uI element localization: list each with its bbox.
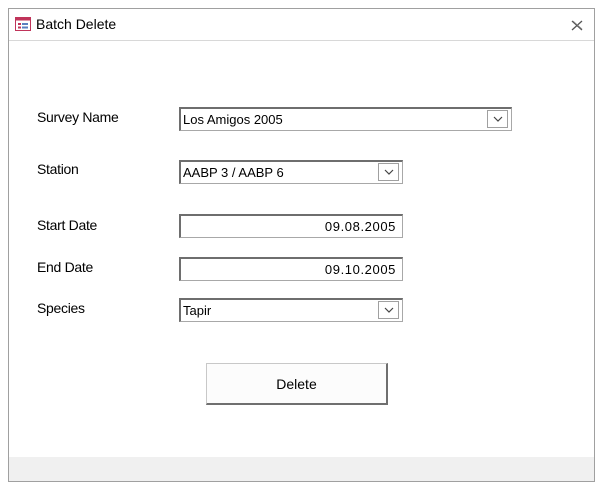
- batch-delete-window: Batch Delete Survey Name Los Amigos 2005…: [8, 8, 595, 482]
- start-date-label: Start Date: [37, 217, 98, 233]
- species-dropdown-button[interactable]: [378, 301, 399, 319]
- survey-name-combo[interactable]: Los Amigos 2005: [179, 107, 512, 131]
- delete-button[interactable]: Delete: [206, 363, 388, 405]
- form-icon: [15, 16, 31, 32]
- start-date-value: 09.08.2005: [324, 219, 396, 234]
- species-combo[interactable]: Tapir: [179, 298, 403, 322]
- species-value: Tapir: [183, 303, 212, 318]
- end-date-label: End Date: [37, 259, 93, 275]
- start-date-field[interactable]: 09.08.2005: [179, 214, 403, 238]
- footer-strip: [9, 457, 594, 481]
- station-dropdown-button[interactable]: [378, 163, 399, 181]
- station-label: Station: [37, 161, 79, 177]
- chevron-down-icon: [493, 116, 502, 122]
- survey-name-dropdown-button[interactable]: [487, 110, 508, 128]
- species-label: Species: [37, 300, 85, 316]
- close-button[interactable]: [566, 15, 588, 35]
- chevron-down-icon: [384, 307, 393, 313]
- station-value: AABP 3 / AABP 6: [183, 165, 284, 180]
- end-date-field[interactable]: 09.10.2005: [179, 257, 403, 281]
- close-icon: [571, 20, 583, 30]
- title-bar: Batch Delete: [9, 9, 594, 41]
- survey-name-label: Survey Name: [37, 109, 119, 125]
- station-combo[interactable]: AABP 3 / AABP 6: [179, 160, 403, 184]
- end-date-value: 09.10.2005: [324, 262, 396, 277]
- survey-name-value: Los Amigos 2005: [183, 112, 283, 127]
- chevron-down-icon: [384, 169, 393, 175]
- window-title: Batch Delete: [36, 16, 117, 32]
